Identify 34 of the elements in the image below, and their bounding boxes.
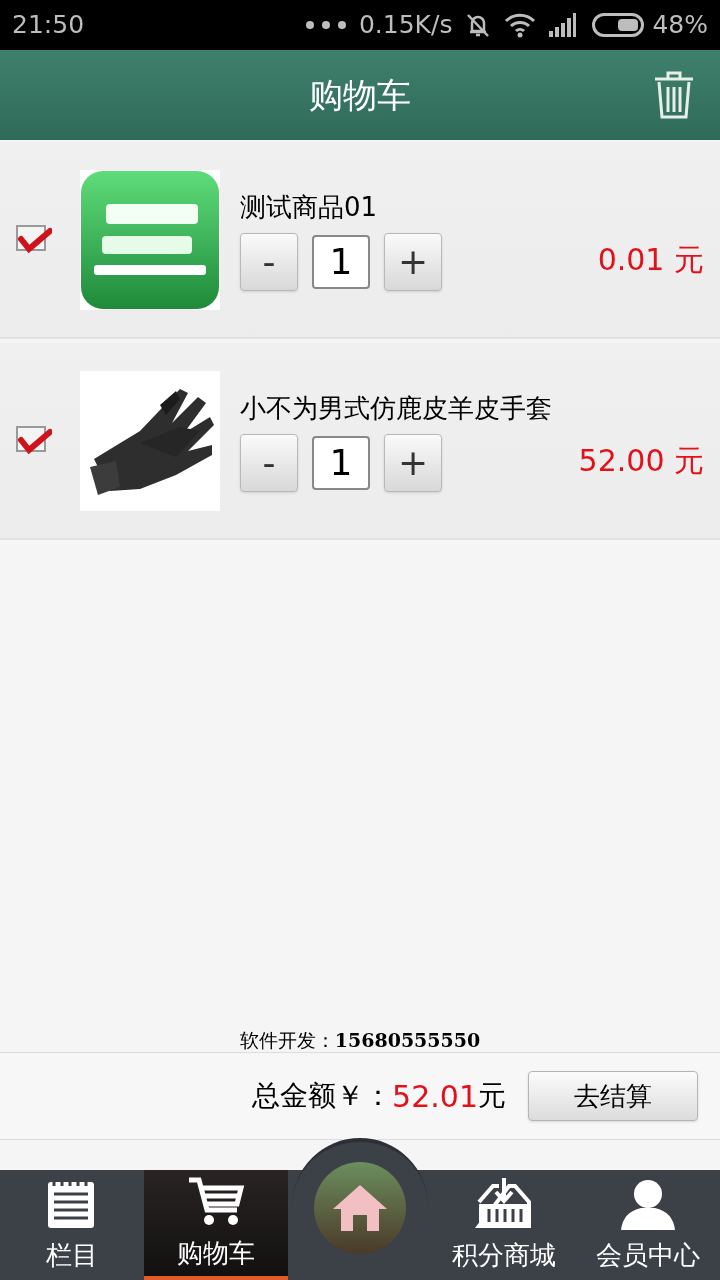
battery-level: 48% xyxy=(652,9,708,42)
product-name: 小不为男式仿鹿皮羊皮手套 xyxy=(240,392,552,425)
page-title: 购物车 xyxy=(309,73,411,117)
delete-button[interactable] xyxy=(652,70,696,120)
developer-note: 软件开发：15680555550 xyxy=(239,1029,481,1051)
network-speed: 0.15K/s xyxy=(358,9,453,42)
quantity-field[interactable]: 1 xyxy=(312,235,370,289)
increase-button[interactable]: + xyxy=(384,434,442,492)
nav-tab[interactable]: 购物车 xyxy=(144,1170,288,1280)
quantity-field[interactable]: 1 xyxy=(312,436,370,490)
product-name: 测试商品01 xyxy=(240,191,379,224)
signal-icon xyxy=(548,13,577,37)
nav-tab[interactable]: 积分商城 xyxy=(432,1170,576,1280)
product-price: 0.01 元 xyxy=(597,241,704,279)
checkbox[interactable] xyxy=(16,224,52,255)
total-amount: 52.01 xyxy=(392,1077,478,1116)
nav-tab[interactable]: 栏目 xyxy=(0,1170,144,1280)
clock-time: 21:50 xyxy=(12,9,85,42)
trash-icon xyxy=(652,70,696,120)
currency-unit: 元 xyxy=(478,1078,506,1114)
checked-checkbox-icon xyxy=(16,425,52,456)
product-price: 52.00 元 xyxy=(578,442,704,480)
checkout-button[interactable]: 去结算 xyxy=(528,1071,698,1121)
dots-icon xyxy=(304,20,347,30)
battery-icon xyxy=(592,13,645,37)
nav-tab[interactable]: 会员中心 xyxy=(576,1170,720,1280)
total-label: 总金额￥： xyxy=(252,1078,393,1114)
home-icon xyxy=(331,1183,389,1233)
decrease-button[interactable]: - xyxy=(240,434,298,492)
increase-button[interactable]: + xyxy=(384,233,442,291)
checkbox[interactable] xyxy=(16,425,52,456)
checked-checkbox-icon xyxy=(16,224,52,255)
wifi-icon xyxy=(504,12,537,38)
decrease-button[interactable]: - xyxy=(240,233,298,291)
